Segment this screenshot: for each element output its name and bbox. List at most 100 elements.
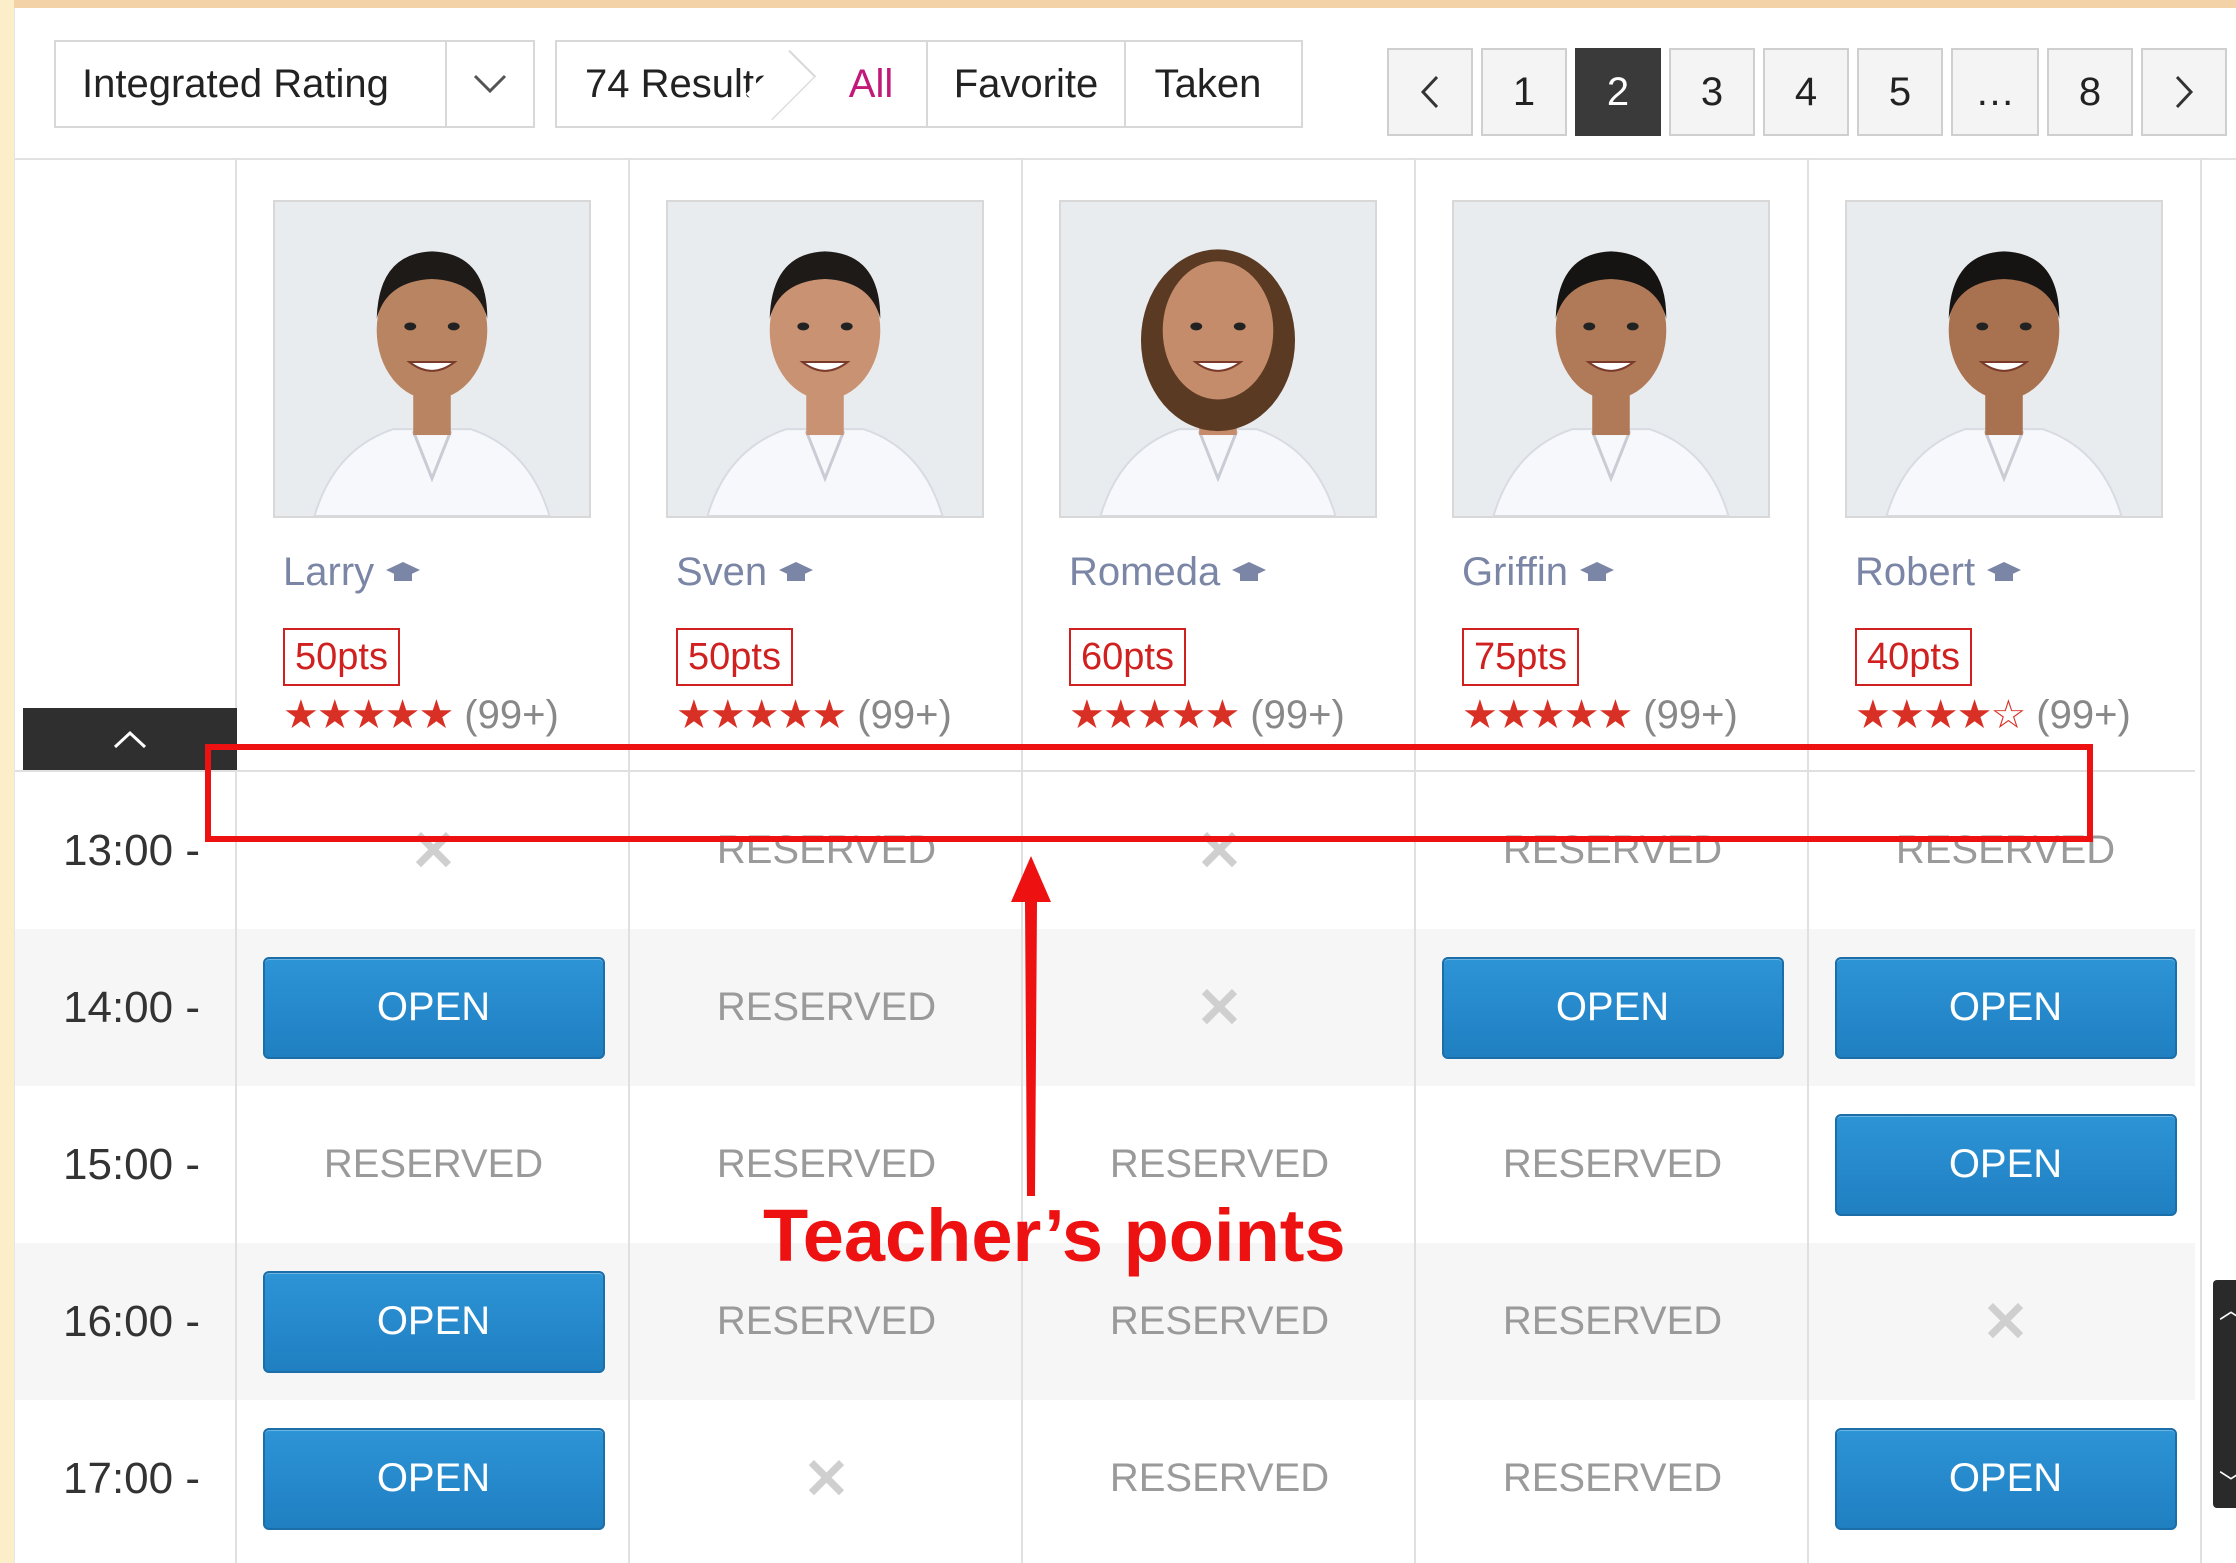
reserved-label: RESERVED: [716, 1299, 937, 1343]
slot-cell-open: OPEN: [1809, 1086, 2202, 1243]
prev-page-button[interactable]: [1387, 48, 1473, 136]
time-label: 17:00 -: [63, 1453, 200, 1503]
open-slot-button[interactable]: OPEN: [262, 1270, 605, 1373]
slot-cell-unavailable: ✕: [1023, 929, 1416, 1086]
reserved-label: RESERVED: [716, 985, 937, 1029]
slot-cell-reserved: RESERVED: [237, 1086, 630, 1243]
slot-cell-reserved: RESERVED: [630, 929, 1023, 1086]
page-5-button[interactable]: 5: [1857, 48, 1943, 136]
unavailable-x-icon: ✕: [803, 1446, 850, 1510]
graduation-cap-icon: [779, 561, 814, 581]
open-slot-button[interactable]: OPEN: [1834, 1113, 2177, 1216]
slot-cell-open: OPEN: [1809, 1400, 2202, 1557]
chevron-down-icon[interactable]: [447, 42, 533, 126]
slot-cell-reserved: RESERVED: [1023, 1400, 1416, 1557]
page-4-button[interactable]: 4: [1763, 48, 1849, 136]
slot-cell-open: OPEN: [1416, 929, 1809, 1086]
points-highlight-box: [205, 744, 2093, 842]
rating-stars: ★★★★★ (99+): [676, 692, 952, 738]
reserved-label: RESERVED: [1502, 1456, 1723, 1500]
scrollbar[interactable]: ︿ ﹀: [2213, 1280, 2236, 1508]
teacher-name-label: Larry: [283, 550, 375, 594]
filter-all[interactable]: All: [802, 42, 926, 126]
star-icons: ★★★★★: [283, 693, 454, 737]
reserved-label: RESERVED: [1109, 1299, 1330, 1343]
schedule-grid: Larry 50pts ★★★★★ (99+) Sven 50pts ★★★★★ (99+) R…: [15, 158, 2236, 1563]
annotation-arrow-icon: [1011, 856, 1051, 1196]
rating-stars: ★★★★★ (99+): [1462, 692, 1738, 738]
time-label: 15:00 -: [63, 1139, 200, 1189]
teacher-name[interactable]: Sven: [676, 550, 815, 595]
review-count: (99+): [1643, 692, 1738, 737]
results-count: 74 Results: [557, 42, 802, 126]
screenshot-frame: Integrated Rating 74 Results All Favorit…: [0, 0, 2236, 1563]
unavailable-x-icon: ✕: [1196, 975, 1243, 1039]
teacher-name[interactable]: Robert: [1855, 550, 2023, 595]
teacher-name[interactable]: Griffin: [1462, 550, 1616, 595]
slot-cell-open: OPEN: [237, 929, 630, 1086]
review-count: (99+): [857, 692, 952, 737]
teacher-name-label: Robert: [1855, 550, 1976, 594]
annotation-callout: Teacher’s points: [763, 1194, 1346, 1277]
slot-cell-open: OPEN: [237, 1243, 630, 1400]
teacher-photo[interactable]: [666, 200, 984, 518]
time-label: 16:00 -: [63, 1296, 200, 1346]
sort-dropdown[interactable]: Integrated Rating: [54, 40, 535, 128]
chevron-up-icon: [113, 730, 147, 749]
slot-cell-reserved: RESERVED: [1416, 1400, 1809, 1557]
teacher-photo[interactable]: [1845, 200, 2163, 518]
rating-stars: ★★★★★ (99+): [1069, 692, 1345, 738]
star-icons: ★★★★★: [676, 693, 847, 737]
reserved-label: RESERVED: [1502, 1299, 1723, 1343]
open-slot-button[interactable]: OPEN: [262, 1427, 605, 1530]
reserved-label: RESERVED: [716, 1142, 937, 1186]
graduation-cap-icon: [386, 561, 421, 581]
graduation-cap-icon: [1579, 561, 1614, 581]
filter-bar: 74 Results All Favorite Taken: [555, 40, 1303, 128]
pagination: 1 2 3 4 5 … 8: [1387, 48, 2227, 136]
teacher-points-badge: 75pts: [1462, 628, 1579, 686]
page-8-button[interactable]: 8: [2047, 48, 2133, 136]
review-count: (99+): [2036, 692, 2131, 737]
slot-cell-reserved: RESERVED: [1416, 1243, 1809, 1400]
page-3-button[interactable]: 3: [1669, 48, 1755, 136]
reserved-label: RESERVED: [1109, 1142, 1330, 1186]
teacher-name[interactable]: Larry: [283, 550, 422, 595]
sort-label: Integrated Rating: [56, 42, 447, 126]
slot-cell-unavailable: ✕: [1809, 1243, 2202, 1400]
teacher-photo[interactable]: [1059, 200, 1377, 518]
star-icons: ★★★★★: [1462, 693, 1633, 737]
open-slot-button[interactable]: OPEN: [1834, 1427, 2177, 1530]
rating-stars: ★★★★☆ (99+): [1855, 692, 2131, 738]
star-icons: ★★★★★: [1069, 693, 1240, 737]
teacher-points-badge: 50pts: [676, 628, 793, 686]
toolbar: Integrated Rating 74 Results All Favorit…: [15, 8, 2236, 160]
page-1-button[interactable]: 1: [1481, 48, 1567, 136]
teacher-points-badge: 60pts: [1069, 628, 1186, 686]
review-count: (99+): [464, 692, 559, 737]
filter-favorite[interactable]: Favorite: [926, 42, 1124, 126]
slot-cell-open: OPEN: [237, 1400, 630, 1557]
next-page-button[interactable]: [2141, 48, 2227, 136]
page-2-button[interactable]: 2: [1575, 48, 1661, 136]
graduation-cap-icon: [1232, 561, 1267, 581]
star-icons: ★★★★☆: [1855, 693, 2026, 737]
open-slot-button[interactable]: OPEN: [1441, 956, 1784, 1059]
scroll-down-icon[interactable]: ﹀: [2219, 1463, 2236, 1498]
scroll-up-icon[interactable]: ︿: [2219, 1290, 2236, 1325]
open-slot-button[interactable]: OPEN: [262, 956, 605, 1059]
slot-cell-open: OPEN: [1809, 929, 2202, 1086]
filter-taken[interactable]: Taken: [1124, 42, 1290, 126]
graduation-cap-icon: [1987, 561, 2022, 581]
teacher-photo[interactable]: [273, 200, 591, 518]
reserved-label: RESERVED: [323, 1142, 544, 1186]
background-band: [0, 0, 14, 1563]
time-label: 14:00 -: [63, 982, 200, 1032]
teacher-photo[interactable]: [1452, 200, 1770, 518]
open-slot-button[interactable]: OPEN: [1834, 956, 2177, 1059]
reserved-label: RESERVED: [1109, 1456, 1330, 1500]
rating-stars: ★★★★★ (99+): [283, 692, 559, 738]
slot-cell-unavailable: ✕: [630, 1400, 1023, 1557]
unavailable-x-icon: ✕: [1982, 1289, 2029, 1353]
teacher-name[interactable]: Romeda: [1069, 550, 1268, 595]
